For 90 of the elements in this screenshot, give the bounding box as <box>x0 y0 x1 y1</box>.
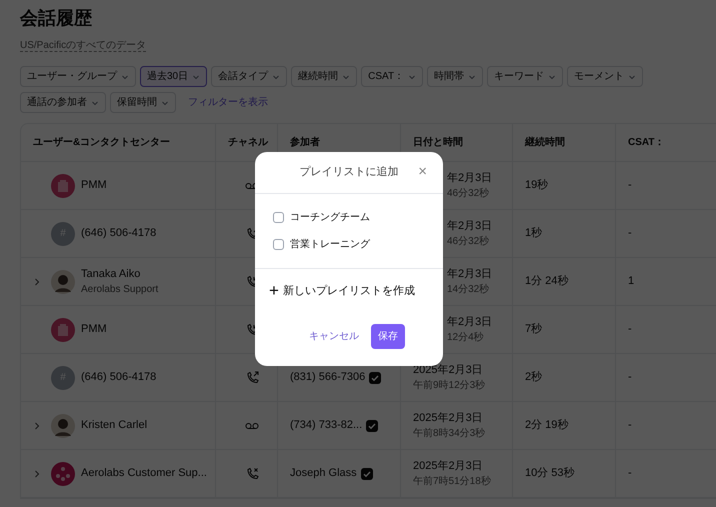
call-time: 14分32秒 <box>447 282 490 298</box>
participant-name: (831) 566-7306 <box>290 370 366 386</box>
voicemail-icon <box>245 422 259 430</box>
chevron-down-icon <box>468 72 476 80</box>
page-title: 会話履歴 <box>20 7 93 30</box>
chevron-down-icon <box>161 98 169 106</box>
csat-score: - <box>628 466 632 482</box>
csat-score: - <box>628 322 632 338</box>
call-duration: 10分 53秒 <box>525 466 575 482</box>
call-date: 2025年2月3日 <box>413 410 484 426</box>
call-date: 年2月3日 <box>447 170 494 186</box>
participant-name: (734) 733-82... <box>290 418 362 434</box>
create-playlist-button[interactable]: + 新しいプレイリストを作成 <box>255 281 443 301</box>
call-date: 年2月3日 <box>447 266 494 282</box>
chevron-right-icon[interactable] <box>34 278 40 286</box>
column-header: 日付と時間 <box>413 136 463 150</box>
chevron-down-icon <box>272 72 280 80</box>
filter-button[interactable]: 継続時間 <box>291 66 358 87</box>
call-time: 午前7時51分18秒 <box>413 474 492 490</box>
verified-check-icon <box>360 468 373 480</box>
verified-check-icon <box>369 372 382 384</box>
team-avatar-icon <box>51 462 75 486</box>
call-duration: 1秒 <box>525 226 542 242</box>
call-duration: 1分 24秒 <box>525 274 568 290</box>
playlist-checkbox[interactable] <box>273 239 284 250</box>
call-time: 46分32秒 <box>447 234 490 250</box>
contact-name: (646) 506-4178 <box>81 370 156 386</box>
column-header: 参加者 <box>290 136 320 150</box>
column-header: チャネル <box>228 136 268 150</box>
call-duration: 2秒 <box>525 370 542 386</box>
call-time: 午前8時34分3秒 <box>413 426 486 442</box>
avatar: # <box>51 366 75 390</box>
filter-button[interactable]: 通話の参加者 <box>20 92 106 113</box>
chevron-right-icon[interactable] <box>34 422 40 430</box>
filter-button[interactable]: CSAT： <box>361 66 424 87</box>
person-avatar-icon <box>51 270 75 294</box>
chevron-down-icon <box>548 72 556 80</box>
csat-score: 1 <box>628 274 634 290</box>
call-duration: 7秒 <box>525 322 542 338</box>
participant-name: Joseph Glass <box>290 466 357 482</box>
person-avatar-icon <box>51 414 75 438</box>
close-button[interactable]: × <box>418 164 427 180</box>
chevron-down-icon <box>628 72 636 80</box>
call-date: 年2月3日 <box>447 218 494 234</box>
chevron-down-icon <box>342 72 350 80</box>
contact-name: Tanaka Aiko <box>81 266 142 282</box>
call-time: 12分4秒 <box>447 330 485 346</box>
contact-name: Kristen Carlel <box>81 418 148 434</box>
chevron-down-icon <box>121 72 129 80</box>
csat-score: - <box>628 418 632 434</box>
cancel-button[interactable]: キャンセル <box>309 329 359 344</box>
playlist-checkbox[interactable] <box>273 212 284 223</box>
contact-name: PMM <box>81 178 107 194</box>
timezone-link[interactable]: US/Pacificのすべてのデータ <box>20 40 146 52</box>
dialog-title: プレイリストに追加 <box>300 164 398 180</box>
filter-button[interactable]: 時間帯 <box>427 66 484 87</box>
filter-button[interactable]: キーワード <box>487 66 564 87</box>
call-date: 2025年2月3日 <box>413 458 484 474</box>
contact-name: (646) 506-4178 <box>81 226 156 242</box>
chevron-down-icon <box>91 98 99 106</box>
chevron-down-icon <box>408 72 416 80</box>
call-time: 46分32秒 <box>447 186 490 202</box>
call-time: 午前9時12分3秒 <box>413 378 486 394</box>
filter-button[interactable]: ユーザー・グループ <box>20 66 136 87</box>
filter-button[interactable]: 過去30日 <box>140 66 208 87</box>
chevron-right-icon[interactable] <box>34 470 40 478</box>
chevron-down-icon <box>192 72 200 80</box>
contact-name: Aerolabs Customer Sup... <box>81 466 207 482</box>
avatar: # <box>51 222 75 246</box>
filter-button[interactable]: 保留時間 <box>110 92 176 113</box>
filter-button[interactable]: 会話タイプ <box>211 66 288 87</box>
save-button[interactable]: 保存 <box>371 324 405 349</box>
call-duration: 19秒 <box>525 178 548 194</box>
csat-score: - <box>628 370 632 386</box>
missed-call-icon <box>245 466 259 480</box>
column-header: CSAT： <box>628 136 664 150</box>
outgoing-call-icon <box>245 370 259 384</box>
call-date: 年2月3日 <box>447 314 494 330</box>
column-header: ユーザー&コンタクトセンター <box>33 136 170 150</box>
team-name: Aerolabs Support <box>81 283 158 298</box>
playlist-label: 営業トレーニング <box>290 238 370 252</box>
call-duration: 2分 19秒 <box>525 418 568 434</box>
verified-check-icon <box>366 420 378 432</box>
csat-score: - <box>628 226 632 242</box>
show-filters-link[interactable]: フィルターを表示 <box>188 95 268 110</box>
csat-score: - <box>628 178 632 194</box>
filter-button[interactable]: モーメント <box>567 66 644 87</box>
playlist-label: コーチングチーム <box>290 211 370 225</box>
contact-name: PMM <box>81 322 107 338</box>
column-header: 継続時間 <box>525 136 565 150</box>
